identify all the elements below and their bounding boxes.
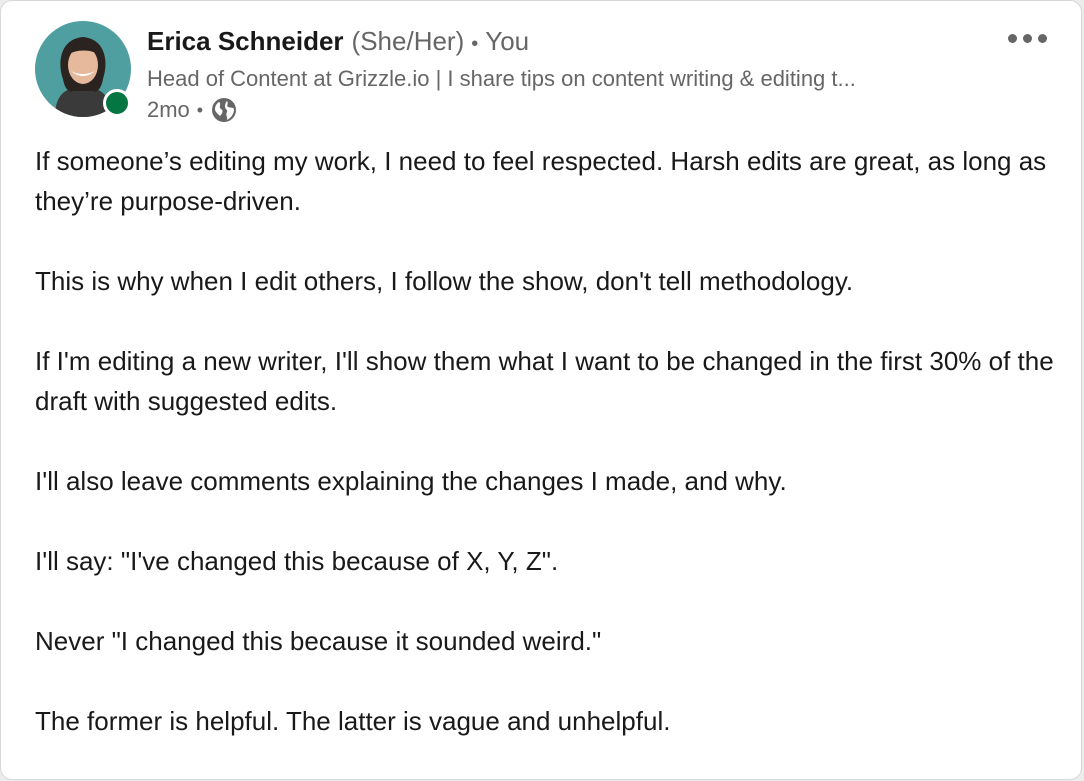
post-text: If someone’s editing my work, I need to … xyxy=(35,141,1055,781)
more-horizontal-icon xyxy=(1007,33,1017,43)
meta-separator: • xyxy=(196,100,204,120)
post-paragraph: I'll also leave comments explaining the … xyxy=(35,466,787,496)
post-header: Erica Schneider (She/Her) • You Head of Con… xyxy=(147,25,1007,124)
author-name[interactable]: Erica Schneider xyxy=(147,26,344,56)
more-options-button[interactable] xyxy=(1001,23,1053,53)
author-pronouns: (She/Her) xyxy=(351,26,465,56)
post-timestamp[interactable]: 2mo xyxy=(147,96,190,124)
more-horizontal-icon-dot xyxy=(1037,33,1047,43)
globe-icon xyxy=(212,98,237,122)
author-name-line: Erica Schneider (She/Her) • You xyxy=(147,25,1007,60)
name-separator: • xyxy=(471,33,479,55)
post-paragraph: This is why when I edit others, I follow… xyxy=(35,266,854,296)
post-card: Erica Schneider (She/Her) • You Head of Con… xyxy=(0,0,1082,780)
author-avatar[interactable] xyxy=(35,21,131,117)
post-paragraph: If I'm editing a new writer, I'll show t… xyxy=(35,346,1054,416)
online-status-indicator xyxy=(103,89,131,117)
post-paragraph: Never "I changed this because it sounded… xyxy=(35,626,602,656)
author-headline[interactable]: Head of Content at Grizzle.io | I share … xyxy=(147,64,1007,94)
post-paragraph: I'll say: "I've changed this because of … xyxy=(35,546,559,576)
connection-label: You xyxy=(485,26,530,56)
more-horizontal-icon-dot xyxy=(1022,33,1032,43)
post-paragraph: The former is helpful. The latter is vag… xyxy=(35,706,671,736)
post-meta: 2mo • xyxy=(147,96,1007,124)
post-paragraph: If someone’s editing my work, I need to … xyxy=(35,146,1047,216)
